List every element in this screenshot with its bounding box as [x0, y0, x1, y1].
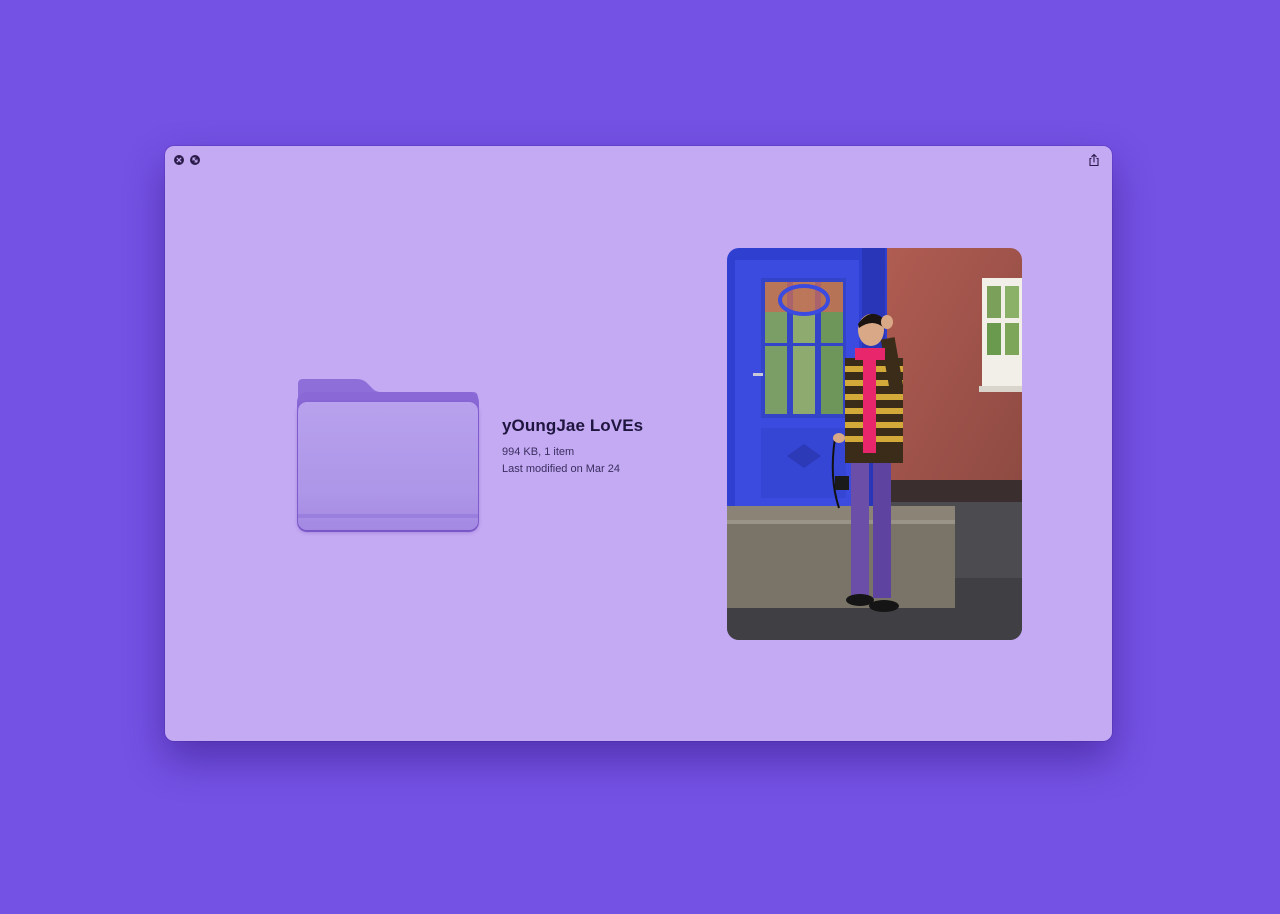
file-size-info: 994 KB, 1 item	[502, 446, 575, 458]
folder-bottom	[298, 521, 478, 530]
photo-image	[727, 248, 1022, 640]
window-controls	[174, 155, 200, 165]
last-modified: Last modified on Mar 24	[502, 463, 621, 475]
folder-name: yOungJae LoVEs	[502, 416, 644, 435]
share-button[interactable]	[1087, 153, 1101, 167]
preview-photo	[727, 248, 1022, 640]
file-info: yOungJae LoVEs 994 KB, 1 item Last modif…	[502, 416, 643, 478]
quicklook-window: yOungJae LoVEs 994 KB, 1 item Last modif…	[165, 146, 1112, 741]
close-icon	[176, 157, 182, 163]
fullscreen-icon	[192, 157, 198, 163]
fullscreen-button[interactable]	[190, 155, 200, 165]
folder-icon	[297, 378, 479, 532]
close-button[interactable]	[174, 155, 184, 165]
share-icon	[1089, 153, 1099, 167]
folder-front	[298, 402, 478, 530]
folder-stripe	[298, 514, 478, 518]
